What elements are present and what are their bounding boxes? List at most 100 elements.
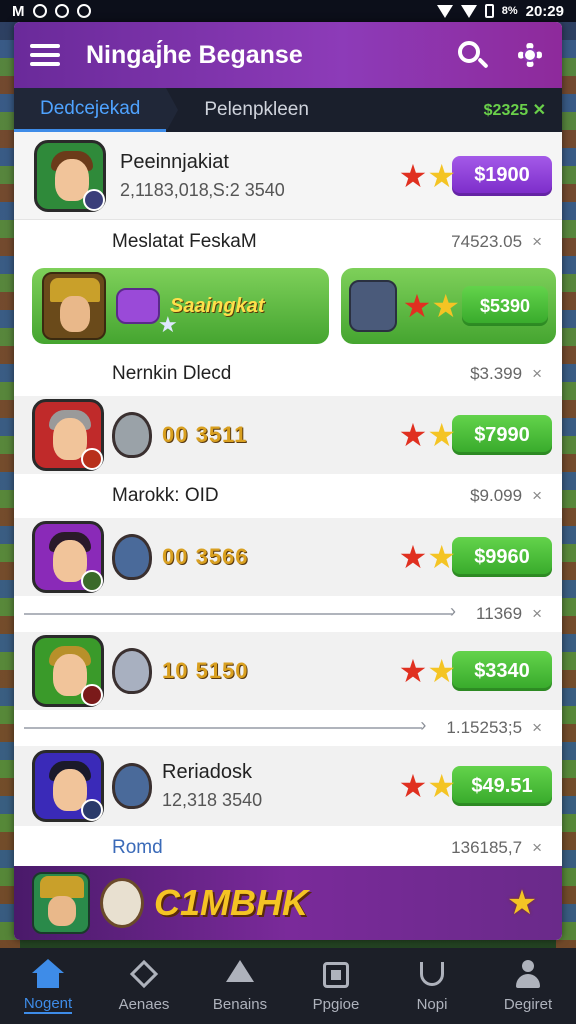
rank-badge-icon xyxy=(83,188,105,211)
avatar xyxy=(32,750,104,822)
section-title: Meslatat FeskaM xyxy=(112,231,257,252)
divider-line xyxy=(24,715,427,736)
featured-title: Saaingkat xyxy=(170,294,265,317)
player-list: Peeinnjakiat 2,1183,018‚S:2 3540 ★ ★ $19… xyxy=(14,132,562,870)
gold-star-icon: ★ xyxy=(427,157,456,194)
price-button[interactable]: $9960 xyxy=(452,537,552,577)
avatar xyxy=(32,521,104,593)
price-button[interactable]: $7990 xyxy=(452,415,552,455)
close-icon[interactable]: × xyxy=(532,364,542,384)
search-button[interactable] xyxy=(456,39,488,71)
red-star-icon: ★ xyxy=(398,157,428,194)
app-panel: Ningaj́he Beganse Dedcejekad Pelenpkleen… xyxy=(14,22,562,940)
skull-icon xyxy=(100,878,144,928)
signal-icon xyxy=(460,4,477,18)
person-icon xyxy=(512,959,544,990)
tab-bar: Dedcejekad Pelenpkleen $2325 ✕ xyxy=(14,88,562,132)
rank-badge-icon xyxy=(81,799,103,821)
tab-separator xyxy=(166,88,179,132)
nav-label: Nogent xyxy=(23,994,73,1014)
settings-button[interactable] xyxy=(514,39,546,71)
avatar xyxy=(34,139,106,212)
trophy-icon xyxy=(416,960,448,990)
list-item[interactable]: Reriadosk 12,318 3540 ★ ★ $49.51 xyxy=(14,746,562,826)
item-code: 00 3511 xyxy=(162,422,248,447)
loot-bag-icon xyxy=(116,288,160,324)
red-star-icon: ★ xyxy=(398,653,428,689)
nav-label: Aenaes xyxy=(118,995,170,1013)
gold-star-icon[interactable]: ★ xyxy=(500,881,544,925)
section-header: Meslatat FeskaM 74523.05 × xyxy=(14,220,562,264)
list-item[interactable]: 00 3566 ★ ★ $9960 xyxy=(14,518,562,596)
mask-item-icon xyxy=(112,534,152,580)
divider-line xyxy=(24,601,456,622)
gold-star-icon: ★ xyxy=(431,288,460,324)
tab-dedcejekad[interactable]: Dedcejekad xyxy=(14,88,167,132)
section-value: $3.399 xyxy=(470,364,523,383)
promo-banner[interactable]: C1MBHK ★ xyxy=(14,866,562,940)
app-header: Ningaj́he Beganse xyxy=(14,22,562,88)
close-icon[interactable]: × xyxy=(532,718,542,738)
close-icon[interactable]: × xyxy=(532,604,542,624)
item-code: 10 5150 xyxy=(162,658,249,683)
list-footer: Romd 136185,7 × xyxy=(14,826,562,870)
list-divider: 1.15253;5 × xyxy=(14,710,562,746)
list-divider: 11369 × xyxy=(14,596,562,632)
status-bar: M 8% 20:29 xyxy=(0,0,576,22)
item-code: 00 3566 xyxy=(162,544,249,569)
close-icon[interactable]: × xyxy=(532,838,542,858)
section-header: Marokk: OID $9.099 × xyxy=(14,474,562,518)
section-value: $9.099 xyxy=(470,486,523,505)
nav-label: Ppgioe xyxy=(312,995,360,1013)
featured-bundle-card[interactable]: Saaingkat ★ xyxy=(32,268,329,344)
status-left-text: M xyxy=(12,2,25,20)
white-star-icon: ★ xyxy=(158,312,178,337)
nav-label: Benains xyxy=(212,995,268,1013)
rank-badge-icon xyxy=(81,570,103,592)
list-item[interactable]: Peeinnjakiat 2,1183,018‚S:2 3540 ★ ★ $19… xyxy=(14,132,562,220)
tab-pelenpkleen[interactable]: Pelenpkleen xyxy=(178,88,335,132)
status-time: 20:29 xyxy=(525,2,564,20)
section-header: Nernkin Dlecd $3.399 × xyxy=(14,352,562,396)
close-icon[interactable]: × xyxy=(532,486,542,506)
rank-badge-icon xyxy=(81,448,103,470)
nav-item-nopi[interactable]: Nopi xyxy=(387,960,477,1013)
battery-percent: 8% xyxy=(501,5,518,17)
gold-star-icon: ★ xyxy=(427,539,456,575)
nav-item-nogent[interactable]: Nogent xyxy=(3,958,93,1014)
price-button[interactable]: $5390 xyxy=(462,286,548,326)
featured-price-card[interactable]: ★ ★ $5390 xyxy=(340,268,556,344)
nav-item-ppgioe[interactable]: Ppgioe xyxy=(291,960,381,1013)
close-icon[interactable]: × xyxy=(532,232,542,252)
armor-item-icon xyxy=(348,280,397,332)
player-stats: 2,1183,018‚S:2 3540 xyxy=(120,179,285,200)
nav-label: Degiret xyxy=(503,995,553,1013)
home-icon xyxy=(32,958,64,989)
list-item[interactable]: 00 3511 ★ ★ $7990 xyxy=(14,396,562,474)
menu-icon[interactable] xyxy=(30,44,60,66)
nav-item-benains[interactable]: Benains xyxy=(195,959,285,1013)
triangle-icon xyxy=(224,959,256,990)
price-button[interactable]: $1900 xyxy=(452,155,552,196)
price-button[interactable]: $3340 xyxy=(452,651,552,691)
gear-icon xyxy=(518,43,542,67)
price-button[interactable]: $49.51 xyxy=(452,766,552,806)
footer-link[interactable]: Romd xyxy=(112,837,163,859)
gold-star-icon: ★ xyxy=(427,768,456,804)
tab-bar-balance[interactable]: $2325 ✕ xyxy=(484,100,562,120)
list-item[interactable]: 10 5150 ★ ★ $3340 xyxy=(14,632,562,710)
nav-item-aenaes[interactable]: Aenaes xyxy=(99,959,189,1013)
rank-badge-icon xyxy=(81,684,103,706)
player-name: Reriadosk xyxy=(162,761,253,783)
square-icon xyxy=(320,960,352,990)
red-star-icon: ★ xyxy=(398,768,428,804)
red-star-icon: ★ xyxy=(398,539,428,575)
sync-icon xyxy=(54,4,69,18)
red-star-icon: ★ xyxy=(402,288,432,324)
search-icon xyxy=(458,41,480,63)
battery-icon xyxy=(484,4,494,18)
nav-item-degiret[interactable]: Degiret xyxy=(483,959,573,1013)
section-value: 74523.05 xyxy=(451,232,523,251)
app-icon xyxy=(76,4,91,18)
divider-value: 11369 xyxy=(476,604,523,623)
